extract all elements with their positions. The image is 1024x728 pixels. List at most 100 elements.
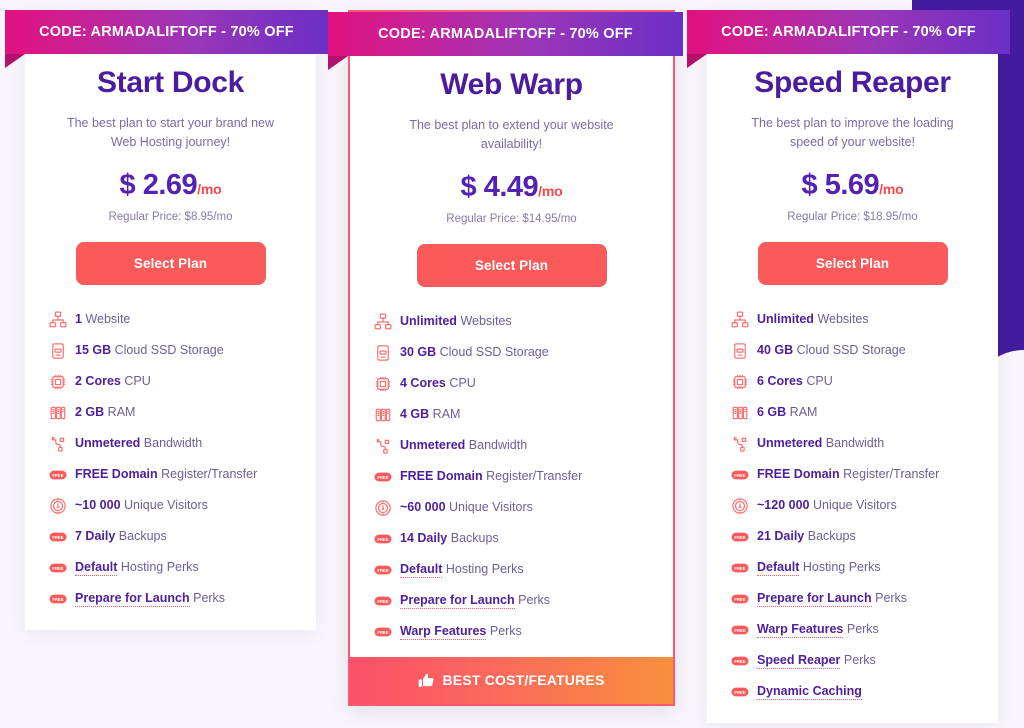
feature-rest: RAM <box>432 407 461 422</box>
pricing-card-slot: CODE: ARMADALIFTOFF - 70% OFF Web Warp The… <box>328 10 683 706</box>
ssd-drive-icon <box>731 342 749 360</box>
svg-text:FREE: FREE <box>734 690 745 695</box>
free-pill-icon: FREE <box>731 559 749 577</box>
feature-rest: Website <box>85 312 131 327</box>
svg-text:FREE: FREE <box>734 628 745 633</box>
feature-label[interactable]: Default Hosting Perks <box>400 562 524 579</box>
feature-label[interactable]: Warp Features Perks <box>400 624 522 641</box>
feature-label[interactable]: Prepare for Launch Perks <box>400 593 551 610</box>
feature-highlight: 7 Daily <box>75 529 116 544</box>
feature-highlight: 4 GB <box>400 407 430 422</box>
feature-label: 1 Website <box>75 312 130 327</box>
svg-text:FREE: FREE <box>734 566 745 571</box>
feature-label: 2 Cores CPU <box>75 374 151 389</box>
feature-highlight: Warp Features <box>757 622 844 639</box>
pricing-cards-container: CODE: ARMADALIFTOFF - 70% OFF Start Dock T… <box>0 0 1024 723</box>
select-plan-button[interactable]: Select Plan <box>757 241 948 285</box>
feature-rest: Perks <box>846 622 879 637</box>
feature-rest: Backups <box>450 531 499 546</box>
feature-item: FREE Prepare for Launch Perks <box>374 592 657 610</box>
free-pill-icon: FREE <box>731 687 749 697</box>
feature-highlight: FREE Domain <box>400 469 483 484</box>
feature-rest: Perks <box>489 624 522 639</box>
feature-highlight: Unmetered <box>75 436 141 451</box>
pricing-card-slot: CODE: ARMADALIFTOFF - 70% OFF Speed Reape… <box>682 10 1023 723</box>
thumbs-up-icon <box>418 672 435 689</box>
feature-rest: Cloud SSD Storage <box>439 345 549 360</box>
card-body: Web Warp The best plan to extend your web… <box>350 12 673 641</box>
feature-label[interactable]: Warp Features Perks <box>757 622 879 639</box>
feature-item: FREE Prepare for Launch Perks <box>731 590 982 608</box>
feature-item: FREE Default Hosting Perks <box>374 561 657 579</box>
feature-rest: CPU <box>124 374 151 389</box>
feature-highlight: 2 GB <box>75 405 105 420</box>
feature-label: Unlimited Websites <box>400 314 512 329</box>
feature-highlight: Prepare for Launch <box>75 591 190 608</box>
pricing-card-start-dock[interactable]: CODE: ARMADALIFTOFF - 70% OFF Start Dock T… <box>5 10 328 630</box>
feature-rest: CPU <box>449 376 476 391</box>
feature-highlight: Prepare for Launch <box>757 591 872 608</box>
pricing-card-speed-reaper[interactable]: CODE: ARMADALIFTOFF - 70% OFF Speed Reape… <box>687 10 1010 723</box>
regular-price: Regular Price: $18.95/mo <box>787 210 918 223</box>
feature-item: FREE Prepare for Launch Perks <box>49 590 300 608</box>
promo-ribbon-text: CODE: ARMADALIFTOFF - 70% OFF <box>328 12 683 56</box>
plan-description: The best plan to extend your website ava… <box>409 118 614 152</box>
visitors-meter-icon <box>374 499 392 517</box>
promo-ribbon: CODE: ARMADALIFTOFF - 70% OFF <box>5 10 328 68</box>
feature-highlight: 1 <box>75 312 82 327</box>
free-pill-icon: FREE <box>49 466 67 484</box>
plan-name: Web Warp <box>440 68 583 101</box>
feature-rest: Register/Transfer <box>161 467 258 482</box>
select-plan-button[interactable]: Select Plan <box>75 241 266 285</box>
feature-item: Unmetered Bandwidth <box>374 437 657 455</box>
feature-highlight: 2 Cores <box>75 374 121 389</box>
free-pill-icon: FREE <box>731 590 749 608</box>
svg-text:FREE: FREE <box>52 473 63 478</box>
feature-label: Unlimited Websites <box>757 312 869 327</box>
feature-rest: Perks <box>518 593 551 608</box>
feature-item: ~120 000 Unique Visitors <box>731 497 982 515</box>
plan-name: Start Dock <box>96 66 245 99</box>
svg-text:FREE: FREE <box>377 599 388 604</box>
free-pill-icon: FREE <box>374 561 392 579</box>
feature-item: FREE 14 Daily Backups <box>374 530 657 548</box>
svg-text:FREE: FREE <box>734 659 745 664</box>
feature-highlight: Default <box>757 560 800 577</box>
feature-label: Unmetered Bandwidth <box>757 436 884 451</box>
feature-item: Unmetered Bandwidth <box>731 435 982 453</box>
feature-highlight: Speed Reaper <box>757 653 841 670</box>
bandwidth-cable-icon <box>49 435 67 453</box>
free-pill-icon: FREE <box>374 534 392 544</box>
free-pill-icon: FREE <box>731 470 749 480</box>
promo-ribbon: CODE: ARMADALIFTOFF - 70% OFF <box>328 12 683 70</box>
feature-item: 30 GB Cloud SSD Storage <box>374 344 657 362</box>
visitors-meter-icon <box>731 497 749 515</box>
promo-ribbon-text: CODE: ARMADALIFTOFF - 70% OFF <box>5 10 328 54</box>
feature-item: FREE 21 Daily Backups <box>731 528 982 546</box>
feature-highlight: ~60 000 <box>400 500 446 515</box>
svg-text:FREE: FREE <box>52 566 63 571</box>
svg-text:FREE: FREE <box>734 597 745 602</box>
feature-rest: Perks <box>193 591 226 606</box>
feature-label: 4 Cores CPU <box>400 376 476 391</box>
plan-name: Speed Reaper <box>754 66 951 99</box>
price-row: $ 4.49/mo <box>366 171 657 204</box>
plan-price: $ 5.69 <box>801 168 880 201</box>
feature-label[interactable]: Dynamic Caching <box>757 684 862 701</box>
ram-stick-icon <box>49 404 67 422</box>
feature-list: Unlimited Websites 30 GB Cloud SSD Storag… <box>366 313 657 641</box>
feature-label[interactable]: Prepare for Launch Perks <box>75 591 226 608</box>
feature-rest: Websites <box>817 312 869 327</box>
feature-label[interactable]: Prepare for Launch Perks <box>757 591 907 608</box>
free-pill-icon: FREE <box>374 472 392 482</box>
feature-label[interactable]: Default Hosting Perks <box>757 560 881 577</box>
select-plan-button[interactable]: Select Plan <box>416 243 607 287</box>
pricing-card-web-warp[interactable]: CODE: ARMADALIFTOFF - 70% OFF Web Warp The… <box>328 10 683 706</box>
feature-label: Unmetered Bandwidth <box>75 436 202 451</box>
feature-label[interactable]: Default Hosting Perks <box>75 560 199 577</box>
feature-rest: Hosting Perks <box>120 560 199 575</box>
sitemap-icon <box>374 313 392 331</box>
feature-label: 6 Cores CPU <box>757 374 833 389</box>
feature-label[interactable]: Speed Reaper Perks <box>757 653 876 670</box>
svg-text:FREE: FREE <box>377 537 388 542</box>
